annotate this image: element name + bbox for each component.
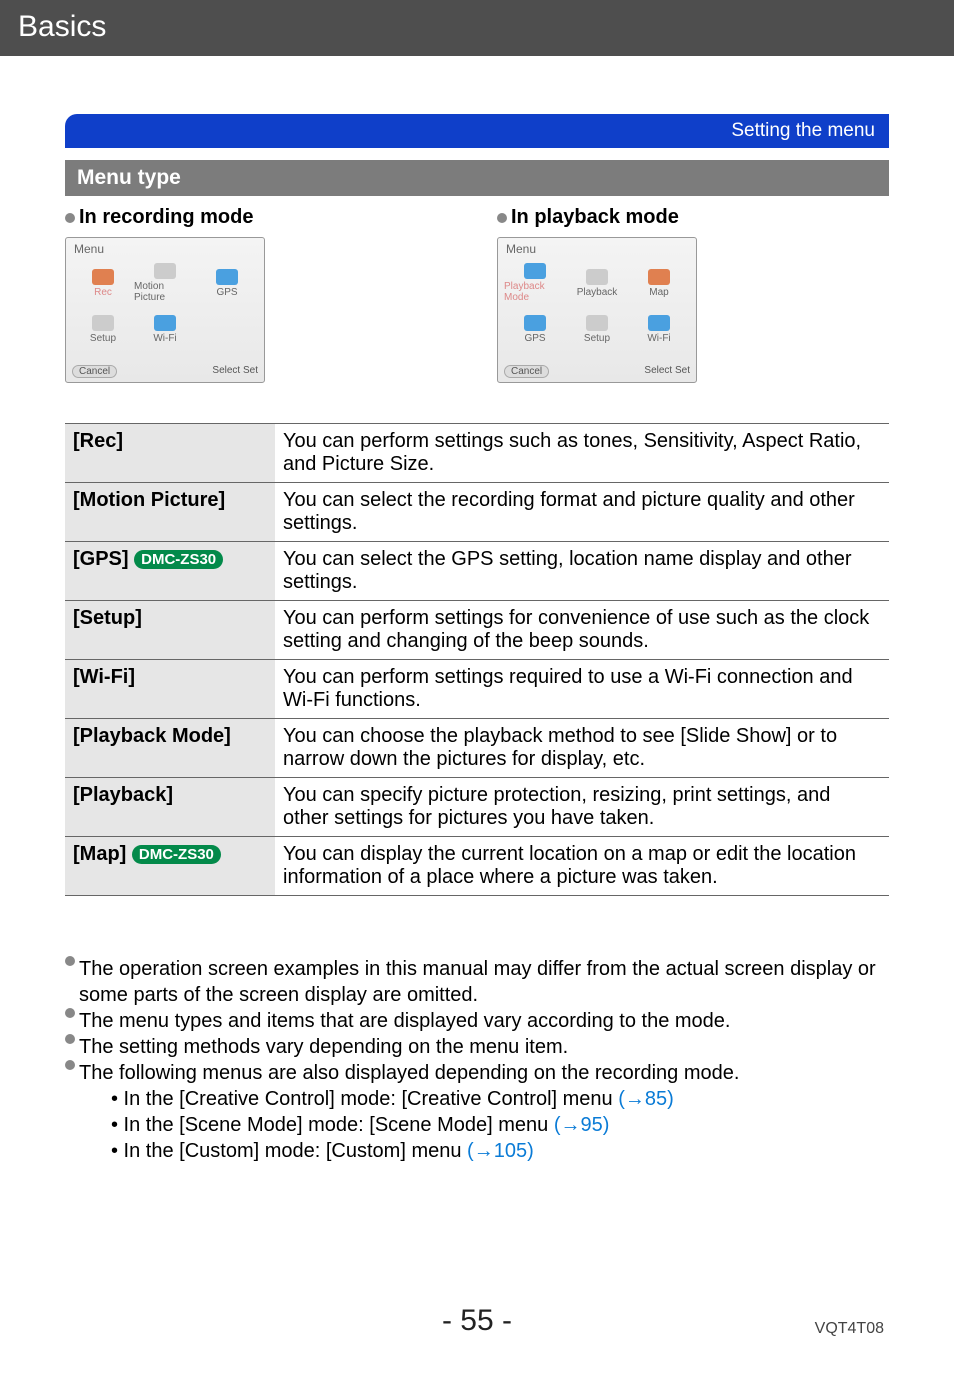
row-label: [Playback Mode] bbox=[65, 719, 275, 778]
rec-select: Select Set bbox=[212, 365, 258, 378]
note-1: The operation screen examples in this ma… bbox=[79, 956, 889, 1008]
bullet-icon bbox=[65, 1060, 75, 1070]
note-4: The following menus are also displayed d… bbox=[79, 1060, 889, 1086]
row-description: You can specify picture protection, resi… bbox=[275, 778, 889, 837]
note-2: The menu types and items that are displa… bbox=[79, 1008, 889, 1034]
row-label: [Map] DMC-ZS30 bbox=[65, 837, 275, 896]
playback-mode-text: In playback mode bbox=[511, 206, 679, 229]
notes-block: The operation screen examples in this ma… bbox=[65, 956, 889, 1164]
link-105[interactable]: (→105) bbox=[467, 1140, 534, 1162]
playback-mode-label: In playback mode bbox=[497, 206, 889, 229]
page-footer: - 55 - VQT4T08 bbox=[0, 1304, 954, 1344]
play-menu-title: Menu bbox=[506, 242, 536, 256]
subheading-menu-type: Menu type bbox=[65, 160, 889, 196]
row-label: [Setup] bbox=[65, 601, 275, 660]
row-label: [Wi-Fi] bbox=[65, 660, 275, 719]
bullet-icon bbox=[65, 1034, 75, 1044]
bullet-icon bbox=[65, 1008, 75, 1018]
row-description: You can select the recording format and … bbox=[275, 483, 889, 542]
row-description: You can choose the playback method to se… bbox=[275, 719, 889, 778]
subnote-1: • In the [Creative Control] mode: [Creat… bbox=[111, 1086, 889, 1112]
mode-row: In recording mode Menu Rec Motion Pictur… bbox=[65, 206, 889, 383]
recording-mode-label: In recording mode bbox=[65, 206, 457, 229]
bullet-icon bbox=[65, 956, 75, 966]
page-number: - 55 - bbox=[0, 1304, 954, 1338]
rec-menu-title: Menu bbox=[74, 242, 104, 256]
recording-mode-col: In recording mode Menu Rec Motion Pictur… bbox=[65, 206, 457, 383]
table-row: [Rec]You can perform settings such as to… bbox=[65, 424, 889, 483]
model-badge: DMC-ZS30 bbox=[132, 845, 221, 864]
page-header: Basics bbox=[0, 0, 954, 56]
table-row: [Playback Mode]You can choose the playba… bbox=[65, 719, 889, 778]
subnote-2: • In the [Scene Mode] mode: [Scene Mode]… bbox=[111, 1112, 889, 1138]
link-95[interactable]: (→95) bbox=[554, 1114, 610, 1136]
table-row: [Playback]You can specify picture protec… bbox=[65, 778, 889, 837]
table-row: [Motion Picture]You can select the recor… bbox=[65, 483, 889, 542]
play-cancel: Cancel bbox=[504, 365, 549, 378]
row-description: You can perform settings such as tones, … bbox=[275, 424, 889, 483]
table-row: [Setup]You can perform settings for conv… bbox=[65, 601, 889, 660]
row-label: [Motion Picture] bbox=[65, 483, 275, 542]
play-select: Select Set bbox=[644, 365, 690, 378]
recording-menu-screenshot: Menu Rec Motion Picture GPS Setup Wi-Fi … bbox=[65, 237, 265, 383]
row-description: You can select the GPS setting, location… bbox=[275, 542, 889, 601]
table-row: [GPS] DMC-ZS30You can select the GPS set… bbox=[65, 542, 889, 601]
link-85[interactable]: (→85) bbox=[618, 1088, 674, 1110]
row-description: You can perform settings required to use… bbox=[275, 660, 889, 719]
note-3: The setting methods vary depending on th… bbox=[79, 1034, 889, 1060]
subnote-3: • In the [Custom] mode: [Custom] menu (→… bbox=[111, 1138, 889, 1164]
recording-mode-text: In recording mode bbox=[79, 206, 253, 229]
section-title: Setting the menu bbox=[65, 114, 889, 148]
model-badge: DMC-ZS30 bbox=[134, 550, 223, 569]
menu-definitions-table: [Rec]You can perform settings such as to… bbox=[65, 423, 889, 896]
table-row: [Wi-Fi]You can perform settings required… bbox=[65, 660, 889, 719]
table-row: [Map] DMC-ZS30You can display the curren… bbox=[65, 837, 889, 896]
row-label: [Playback] bbox=[65, 778, 275, 837]
row-label: [Rec] bbox=[65, 424, 275, 483]
page-content: Setting the menu Menu type In recording … bbox=[0, 56, 954, 1384]
row-description: You can display the current location on … bbox=[275, 837, 889, 896]
row-label: [GPS] DMC-ZS30 bbox=[65, 542, 275, 601]
bullet-icon bbox=[497, 213, 507, 223]
bullet-icon bbox=[65, 213, 75, 223]
document-id: VQT4T08 bbox=[815, 1320, 884, 1338]
playback-menu-screenshot: Menu Playback Mode Playback Map GPS Setu… bbox=[497, 237, 697, 383]
playback-mode-col: In playback mode Menu Playback Mode Play… bbox=[497, 206, 889, 383]
rec-cancel: Cancel bbox=[72, 365, 117, 378]
row-description: You can perform settings for convenience… bbox=[275, 601, 889, 660]
